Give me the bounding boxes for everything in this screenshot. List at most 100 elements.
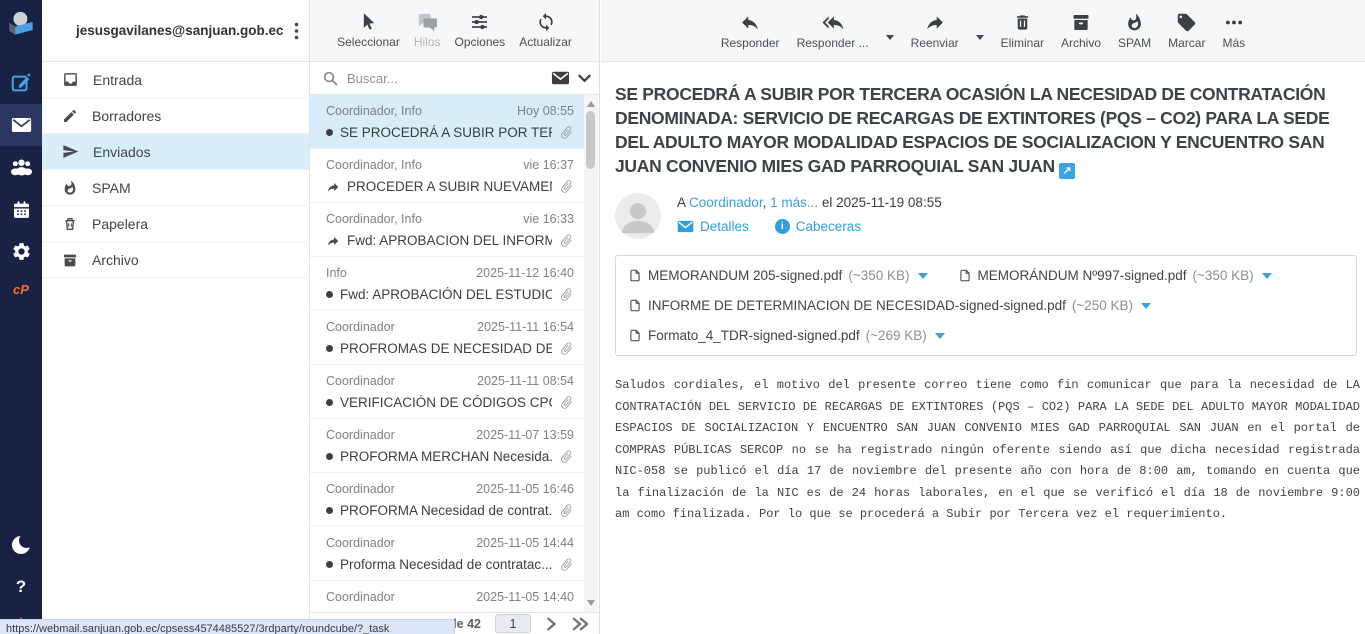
cpanel-icon[interactable]: cP xyxy=(0,272,42,306)
attachments-box: MEMORANDUM 205-signed.pdf (~350 KB) MEMO… xyxy=(615,255,1357,356)
message-row[interactable]: Coordinador2025-11-05 16:46 PROFORMA Nec… xyxy=(310,473,584,527)
message-row[interactable]: Coordinador, InfoHoy 08:55 SE PROCEDRÁ A… xyxy=(310,95,584,149)
pencil-icon xyxy=(62,108,78,124)
folder-papelera[interactable]: Papelera xyxy=(42,206,309,242)
message-row[interactable]: Coordinador2025-11-05 14:44 Proforma Nec… xyxy=(310,527,584,581)
threads-button[interactable]: Hilos xyxy=(414,12,441,49)
reply-all-caret-icon[interactable] xyxy=(886,35,894,40)
list-toolbar: Seleccionar Hilos xyxy=(310,0,599,62)
attachment-menu-icon[interactable] xyxy=(918,273,928,279)
flame-icon xyxy=(62,180,78,196)
sliders-icon xyxy=(469,12,490,32)
unread-dot-icon xyxy=(326,291,333,298)
delete-button[interactable]: Eliminar xyxy=(1001,12,1044,50)
recipient-link[interactable]: Coordinador xyxy=(689,195,763,210)
list-scrollbar[interactable] xyxy=(584,95,598,612)
calendar-nav-button[interactable] xyxy=(0,188,42,230)
refresh-button[interactable]: Actualizar xyxy=(519,12,572,49)
reply-button[interactable]: Responder xyxy=(721,12,780,50)
details-toggle[interactable]: Detalles xyxy=(677,219,749,234)
message-row[interactable]: Coordinador2025-11-11 16:54 PROFROMAS DE… xyxy=(310,311,584,365)
folder-enviados[interactable]: Enviados xyxy=(42,134,309,170)
forwarded-icon xyxy=(326,234,340,248)
mail-nav-button[interactable] xyxy=(0,104,42,146)
help-icon[interactable]: ? xyxy=(0,566,42,608)
search-bar xyxy=(310,62,599,95)
info-icon: i xyxy=(775,219,790,234)
folders-pane: jesusgavilanes@sanjuan.gob.ec Entrada xyxy=(42,0,310,634)
attachment-item[interactable]: MEMORANDUM 205-signed.pdf (~350 KB) xyxy=(628,267,928,284)
paperclip-icon xyxy=(559,395,574,410)
forward-caret-icon[interactable] xyxy=(976,35,984,40)
file-icon xyxy=(628,297,642,314)
contacts-nav-button[interactable] xyxy=(0,146,42,188)
forwarded-icon xyxy=(326,180,340,194)
file-icon xyxy=(628,267,642,284)
next-page-icon[interactable] xyxy=(545,617,557,631)
folder-archivo[interactable]: Archivo xyxy=(42,242,309,278)
message-row[interactable]: Coordinador2025-11-07 13:59 PROFORMA MER… xyxy=(310,419,584,473)
spam-button[interactable]: SPAM xyxy=(1118,12,1151,50)
attachment-menu-icon[interactable] xyxy=(1262,273,1272,279)
options-button[interactable]: Opciones xyxy=(454,12,505,49)
folder-entrada[interactable]: Entrada xyxy=(42,62,309,98)
compose-button[interactable] xyxy=(0,62,42,104)
app-rail: cP ? xyxy=(0,0,42,634)
more-recipients-link[interactable]: 1 más... xyxy=(770,195,818,210)
trash-icon xyxy=(62,216,78,232)
scroll-down-icon[interactable] xyxy=(587,600,595,606)
message-row[interactable]: Coordinador, Infovie 16:37 PROCEDER A SU… xyxy=(310,149,584,203)
more-button[interactable]: Más xyxy=(1222,12,1245,50)
scroll-up-icon[interactable] xyxy=(587,101,595,107)
paperclip-icon xyxy=(559,449,574,464)
message-row[interactable]: Info2025-11-12 16:40 Fwd: APROBACIÓN DEL… xyxy=(310,257,584,311)
folder-borradores[interactable]: Borradores xyxy=(42,98,309,134)
envelope-icon xyxy=(677,220,694,233)
account-header: jesusgavilanes@sanjuan.gob.ec xyxy=(42,0,309,62)
unread-dot-icon xyxy=(326,399,333,406)
select-button[interactable]: Seleccionar xyxy=(337,12,400,49)
dark-mode-moon-icon[interactable] xyxy=(0,524,42,566)
envelope-scope-icon[interactable] xyxy=(551,71,570,85)
attachment-menu-icon[interactable] xyxy=(1141,303,1151,309)
reply-icon xyxy=(739,12,761,33)
message-row[interactable]: Coordinador2025-11-11 08:54 VERIFICACIÓN… xyxy=(310,365,584,419)
paperclip-icon xyxy=(559,233,574,248)
send-icon xyxy=(62,143,79,160)
file-icon xyxy=(628,327,642,344)
paperclip-icon xyxy=(559,503,574,518)
attachment-menu-icon[interactable] xyxy=(935,333,945,339)
attachment-item[interactable]: INFORME DE DETERMINACION DE NECESIDAD-si… xyxy=(628,297,1151,314)
unread-dot-icon xyxy=(326,561,333,568)
search-input[interactable] xyxy=(347,71,543,86)
avatar xyxy=(615,193,661,239)
folder-spam[interactable]: SPAM xyxy=(42,170,309,206)
webmail-app: cP ? jesusgavilanes@sanjuan.gob.ec xyxy=(0,0,1365,634)
sender-row: A Coordinador, 1 más... el 2025-11-19 08… xyxy=(615,193,1355,239)
unread-dot-icon xyxy=(326,345,333,352)
kebab-menu-icon[interactable] xyxy=(294,22,299,40)
tag-icon xyxy=(1176,12,1197,33)
archive-icon xyxy=(62,252,78,268)
page-number-button[interactable]: 1 xyxy=(495,614,531,633)
attachment-item[interactable]: Formato_4_TDR-signed-signed.pdf (~269 KB… xyxy=(628,327,945,344)
forward-button[interactable]: Reenviar xyxy=(911,12,959,50)
archive-button[interactable]: Archivo xyxy=(1061,12,1101,50)
message-row[interactable]: Coordinador, Infovie 16:33 Fwd: APROBACI… xyxy=(310,203,584,257)
message-reader-pane: Responder Responder ... Reenviar Elimina… xyxy=(601,0,1365,634)
settings-gear-icon[interactable] xyxy=(0,230,42,272)
external-link-icon[interactable]: ↗ xyxy=(1059,163,1075,179)
message-row[interactable]: Coordinador2025-11-05 14:40 xyxy=(310,581,584,612)
attachment-item[interactable]: MEMORÁNDUM Nº997-signed.pdf (~350 KB) xyxy=(958,267,1272,284)
headers-toggle[interactable]: i Cabeceras xyxy=(775,219,861,234)
reply-all-button[interactable]: Responder ... xyxy=(797,12,869,50)
message-content: SE PROCEDRÁ A SUBIR POR TERCERA OCASIÓN … xyxy=(601,62,1365,526)
scrollbar-thumb[interactable] xyxy=(586,111,595,169)
inbox-icon xyxy=(62,71,79,88)
mark-button[interactable]: Marcar xyxy=(1168,12,1205,50)
reply-all-icon xyxy=(821,12,845,33)
chevron-down-icon[interactable] xyxy=(578,74,591,83)
chat-bubbles-icon xyxy=(416,12,438,32)
last-page-icon[interactable] xyxy=(571,617,589,631)
paperclip-icon xyxy=(559,557,574,572)
